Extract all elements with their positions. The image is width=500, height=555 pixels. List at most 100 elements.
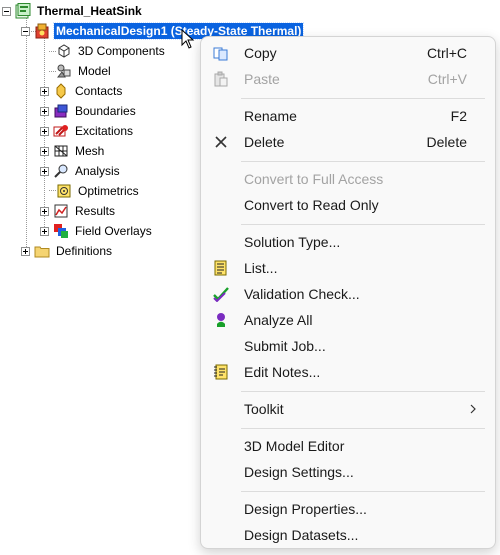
menu-item-shortcut: Delete [426, 134, 467, 150]
menu-item-shortcut: F2 [450, 108, 467, 124]
menu-item-validation-check[interactable]: Validation Check... [207, 282, 489, 306]
menu-item-design-properties[interactable]: Design Properties... [207, 497, 489, 521]
menu-separator [241, 391, 485, 392]
menu-separator [241, 98, 485, 99]
context-menu: Copy Ctrl+C Paste Ctrl+V Rename F2 Delet… [200, 36, 496, 549]
menu-item-label: Edit Notes... [244, 364, 321, 380]
mouse-cursor-icon [181, 29, 195, 49]
mesh-icon [54, 145, 68, 157]
model-icon [56, 64, 71, 78]
field-overlays-icon [54, 224, 68, 238]
tree-item-root[interactable]: Thermal_HeatSink [2, 1, 144, 21]
tree-item-optimetrics[interactable]: Optimetrics [56, 181, 141, 201]
collapse-toggle[interactable] [2, 6, 11, 16]
menu-item-toolkit[interactable]: Toolkit [207, 397, 489, 421]
tree-item-results[interactable]: Results [40, 201, 117, 221]
tree-connector [49, 190, 56, 191]
copy-icon [213, 47, 228, 61]
menu-item-label: List... [244, 260, 278, 276]
results-icon [54, 204, 68, 218]
menu-item-list[interactable]: List... [207, 256, 489, 280]
menu-item-label: Copy [244, 45, 277, 61]
tree-connector [49, 51, 56, 52]
menu-item-label: Convert to Read Only [244, 197, 379, 213]
menu-item-label: Analyze All [244, 312, 313, 328]
3d-components-icon [58, 44, 70, 58]
tree-connector [26, 18, 27, 251]
menu-item-design-settings[interactable]: Design Settings... [207, 460, 489, 484]
tree-item-label: Optimetrics [78, 184, 139, 198]
folder-icon [34, 246, 50, 258]
menu-separator [241, 491, 485, 492]
analysis-icon [54, 164, 68, 178]
tree-item-excitations[interactable]: Excitations [40, 121, 135, 141]
analyze-all-icon [217, 313, 225, 327]
tree-item-label: Analysis [75, 164, 120, 178]
boundaries-icon [54, 104, 68, 118]
tree-item-definitions[interactable]: Definitions [21, 241, 114, 261]
expand-toggle[interactable] [40, 106, 49, 116]
expand-toggle[interactable] [40, 146, 49, 156]
expand-toggle[interactable] [40, 86, 49, 96]
menu-item-paste[interactable]: Paste Ctrl+V [207, 67, 489, 91]
excitations-icon [53, 125, 68, 137]
menu-item-label: Design Properties... [244, 501, 367, 517]
menu-item-design-datasets[interactable]: Design Datasets... [207, 523, 489, 547]
tree-item-label: Field Overlays [75, 224, 152, 238]
expand-toggle[interactable] [40, 166, 49, 176]
menu-item-label: 3D Model Editor [244, 438, 345, 454]
menu-item-analyze-all[interactable]: Analyze All [207, 308, 489, 332]
tree-item-model[interactable]: Model [56, 61, 113, 81]
menu-item-label: Design Settings... [244, 464, 354, 480]
menu-separator [241, 224, 485, 225]
expand-toggle[interactable] [40, 226, 49, 236]
chevron-right-icon [470, 404, 476, 414]
menu-item-3d-model-editor[interactable]: 3D Model Editor [207, 434, 489, 458]
menu-separator [241, 428, 485, 429]
menu-item-shortcut: Ctrl+C [426, 45, 467, 61]
menu-item-rename[interactable]: Rename F2 [207, 104, 489, 128]
validation-check-icon [213, 287, 229, 302]
expand-toggle[interactable] [40, 126, 49, 136]
delete-x-icon [215, 136, 227, 148]
tree-item-label: Results [75, 204, 116, 218]
list-icon [214, 260, 227, 276]
contacts-icon [56, 83, 66, 99]
menu-item-edit-notes[interactable]: Edit Notes... [207, 360, 489, 384]
menu-item-label: Convert to Full Access [244, 171, 384, 187]
menu-item-submit-job[interactable]: Submit Job... [207, 334, 489, 358]
menu-item-copy[interactable]: Copy Ctrl+C [207, 41, 489, 65]
paste-icon [214, 71, 228, 87]
tree-item-label: Boundaries [75, 104, 136, 118]
tree-item-label: 3D Components [78, 44, 165, 58]
tree-item-3d-components[interactable]: 3D Components [56, 41, 167, 61]
menu-item-label: Delete [244, 134, 285, 150]
tree-connector [49, 71, 56, 72]
tree-item-mesh[interactable]: Mesh [40, 141, 106, 161]
menu-item-label: Submit Job... [244, 338, 326, 354]
tree-item-label: Contacts [75, 84, 123, 98]
design-icon [35, 23, 49, 39]
menu-item-shortcut: Ctrl+V [427, 71, 467, 87]
tree-item-label: Mesh [75, 144, 105, 158]
menu-item-label: Rename [244, 108, 297, 124]
menu-item-label: Validation Check... [244, 286, 360, 302]
expand-toggle[interactable] [21, 246, 30, 256]
tree-item-label: Excitations [75, 124, 134, 138]
optimetrics-icon [57, 184, 71, 198]
tree-item-analysis[interactable]: Analysis [40, 161, 122, 181]
tree-item-field-overlays[interactable]: Field Overlays [40, 221, 154, 241]
expand-toggle[interactable] [40, 206, 49, 216]
menu-item-convert-read-only[interactable]: Convert to Read Only [207, 193, 489, 217]
menu-item-convert-full-access[interactable]: Convert to Full Access [207, 167, 489, 191]
menu-item-label: Toolkit [244, 401, 284, 417]
tree-item-label: Definitions [56, 244, 113, 258]
menu-item-label: Solution Type... [244, 234, 341, 250]
project-icon [15, 3, 31, 19]
menu-item-delete[interactable]: Delete Delete [207, 130, 489, 154]
tree-item-contacts[interactable]: Contacts [40, 81, 124, 101]
collapse-toggle[interactable] [21, 26, 30, 36]
tree-item-label: Thermal_HeatSink [37, 4, 142, 18]
menu-item-solution-type[interactable]: Solution Type... [207, 230, 489, 254]
tree-item-boundaries[interactable]: Boundaries [40, 101, 138, 121]
